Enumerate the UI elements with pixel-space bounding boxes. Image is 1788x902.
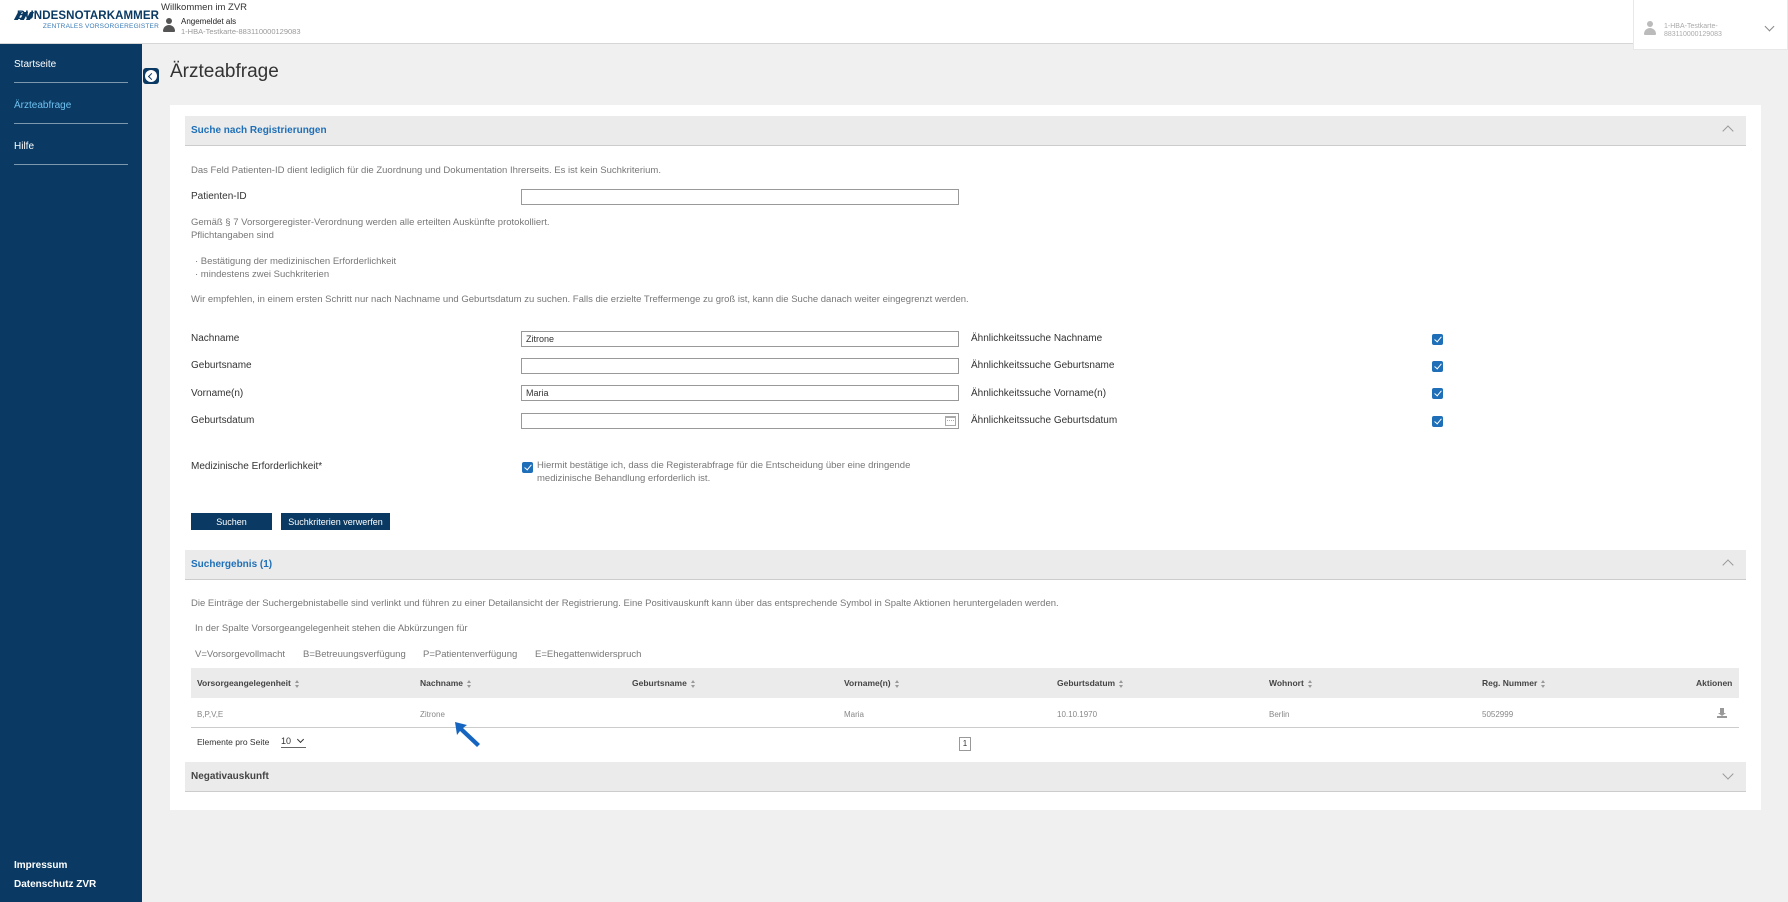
logo[interactable]: BUNDESNOTARKAMMER ZENTRALES VORSORGEREGI… <box>13 10 160 30</box>
user-menu-text: 1-HBA-Testkarte-883110000129083 <box>1664 23 1722 38</box>
results-section-header[interactable]: Suchergebnis (1) <box>185 550 1746 580</box>
nachname-label: Nachname <box>191 333 240 344</box>
chevron-up-icon[interactable] <box>1722 125 1734 137</box>
welcome-text: Willkommen im ZVR <box>161 2 248 13</box>
sort-icon[interactable] <box>1119 679 1124 688</box>
search-intro-text: Das Feld Patienten-ID dient lediglich fü… <box>191 165 661 176</box>
similar-nachname-label: Ähnlichkeitssuche Nachname <box>971 333 1103 344</box>
sidebar-item-startseite[interactable]: Startseite <box>14 59 128 83</box>
similar-geburtsname-label: Ähnlichkeitssuche Geburtsname <box>971 360 1115 371</box>
search-section-header[interactable]: Suche nach Registrierungen <box>185 116 1746 146</box>
similar-vorname-label: Ähnlichkeitssuche Vorname(n) <box>971 388 1107 399</box>
geburtsname-label: Geburtsname <box>191 360 252 371</box>
sidebar-item-aerzteabfrage[interactable]: Ärzteabfrage <box>14 100 128 124</box>
chevron-up-icon[interactable] <box>1722 559 1734 571</box>
chevron-down-icon[interactable] <box>1722 768 1734 780</box>
sidebar-collapse-button[interactable] <box>143 68 159 84</box>
abbrev-b: B=Betreuungsverfügung <box>303 649 406 660</box>
sidebar: Startseite Ärzteabfrage Hilfe Impressum … <box>0 44 142 902</box>
mandatory-item-1: · Bestätigung der medizinischen Erforder… <box>195 256 397 267</box>
similar-vorname-checkbox[interactable] <box>1432 388 1443 399</box>
top-header: BUNDESNOTARKAMMER ZENTRALES VORSORGEREGI… <box>0 0 1788 50</box>
abbrev-e: E=Ehegattenwiderspruch <box>535 649 642 660</box>
results-info-text: Die Einträge der Suchergebnistabelle sin… <box>191 598 1059 609</box>
user-menu-icon <box>1644 20 1656 36</box>
abbrev-intro-text: In der Spalte Vorsorgeangelegenheit steh… <box>195 623 468 634</box>
sort-icon[interactable] <box>894 679 900 688</box>
col-aktionen: Aktionen <box>1696 678 1733 688</box>
chevron-left-icon <box>145 70 157 82</box>
results-section-title: Suchergebnis (1) <box>191 559 273 570</box>
user-menu[interactable]: 1-HBA-Testkarte-883110000129083 <box>1633 0 1788 50</box>
medical-necessity-label: Medizinische Erforderlichkeit* <box>191 461 323 472</box>
logged-in-info: Angemeldet als 1-HBA-Testkarte-883110000… <box>163 17 301 36</box>
similar-nachname-checkbox[interactable] <box>1432 334 1443 345</box>
calendar-icon[interactable] <box>945 416 956 426</box>
cell-wohnort[interactable]: Berlin <box>1269 710 1289 719</box>
negative-section-header[interactable]: Negativauskunft <box>185 762 1746 792</box>
mandatory-item-2: · mindestens zwei Suchkriterien <box>195 269 330 280</box>
logo-main-text: BUNDESNOTARKAMMER <box>17 10 160 22</box>
sort-icon[interactable] <box>1307 679 1313 688</box>
similar-geburtsname-checkbox[interactable] <box>1432 361 1443 372</box>
abbrev-p: P=Patientenverfügung <box>423 649 518 660</box>
main-card: Suche nach Registrierungen Das Feld Pati… <box>170 105 1761 810</box>
search-section-title: Suche nach Registrierungen <box>191 125 327 136</box>
protocol-note: Gemäß § 7 Vorsorgeregister-Verordnung we… <box>191 217 550 228</box>
search-button[interactable]: Suchen <box>191 513 272 530</box>
sidebar-item-hilfe[interactable]: Hilfe <box>14 141 128 165</box>
geburtsdatum-input[interactable] <box>521 413 959 429</box>
footer-link-datenschutz[interactable]: Datenschutz ZVR <box>14 879 96 890</box>
similar-geburtsdatum-label: Ähnlichkeitssuche Geburtsdatum <box>971 415 1118 426</box>
cell-geburtsdatum[interactable]: 10.10.1970 <box>1057 710 1097 719</box>
mandatory-intro: Pflichtangaben sind <box>191 230 274 241</box>
abbrev-v: V=Vorsorgevollmacht <box>195 649 286 660</box>
sort-icon[interactable] <box>294 679 300 688</box>
medical-necessity-checkbox[interactable] <box>522 462 533 473</box>
results-table-header: Vorsorgeangelegenheit Nachname Geburtsna… <box>191 668 1739 698</box>
patient-id-label: Patienten-ID <box>191 191 247 202</box>
col-vorname[interactable]: Vorname(n) <box>844 678 900 688</box>
sort-icon[interactable] <box>467 679 472 688</box>
cell-nachname[interactable]: Zitrone <box>420 710 445 719</box>
patient-id-input[interactable] <box>521 189 959 205</box>
per-page-value: 10 <box>281 736 292 746</box>
cell-reg-nummer[interactable]: 5052999 <box>1482 710 1513 719</box>
similar-geburtsdatum-checkbox[interactable] <box>1432 416 1443 427</box>
col-nachname[interactable]: Nachname <box>420 678 472 688</box>
medical-necessity-text-2: medizinische Behandlung erforderlich ist… <box>537 473 711 484</box>
geburtsdatum-label: Geburtsdatum <box>191 415 255 426</box>
col-wohnort[interactable]: Wohnort <box>1269 678 1313 688</box>
table-row[interactable]: B,P,V,E Zitrone Maria 10.10.1970 Berlin … <box>191 698 1739 728</box>
pointer-arrow-icon <box>455 722 480 747</box>
sort-icon[interactable] <box>690 679 696 688</box>
pagination-page[interactable]: 1 <box>959 737 971 751</box>
col-reg-nummer[interactable]: Reg. Nummer <box>1482 678 1546 688</box>
vorname-label: Vorname(n) <box>191 388 244 399</box>
reset-criteria-button[interactable]: Suchkriterien verwerfen <box>281 513 390 530</box>
logged-in-id: 1-HBA-Testkarte-883110000129083 <box>181 27 301 36</box>
col-vorsorgeangelegenheit[interactable]: Vorsorgeangelegenheit <box>197 678 300 688</box>
chevron-down-icon[interactable] <box>1764 21 1775 32</box>
per-page-select[interactable]: 10 <box>281 735 306 748</box>
download-icon[interactable] <box>1717 708 1727 718</box>
negative-section-title: Negativauskunft <box>191 771 269 782</box>
sort-icon[interactable] <box>1541 679 1546 688</box>
logged-in-label: Angemeldet als <box>181 17 237 26</box>
recommendation-text: Wir empfehlen, in einem ersten Schritt n… <box>191 294 969 305</box>
chevron-down-icon <box>296 735 305 744</box>
nachname-input[interactable]: Zitrone <box>521 331 959 347</box>
logo-sub-text: ZENTRALES VORSORGEREGISTER <box>42 23 159 30</box>
col-geburtsdatum[interactable]: Geburtsdatum <box>1057 678 1124 688</box>
page-title: Ärzteabfrage <box>170 61 279 82</box>
cell-vorsorgeangelegenheit[interactable]: B,P,V,E <box>197 710 223 719</box>
cell-vorname[interactable]: Maria <box>844 710 864 719</box>
footer-link-impressum[interactable]: Impressum <box>14 860 67 871</box>
user-icon <box>163 17 175 33</box>
col-geburtsname[interactable]: Geburtsname <box>632 678 696 688</box>
medical-necessity-text-1: Hiermit bestätige ich, dass die Register… <box>537 460 911 471</box>
geburtsname-input[interactable] <box>521 358 959 374</box>
per-page-label: Elemente pro Seite <box>197 737 270 747</box>
vorname-input[interactable]: Maria <box>521 385 959 401</box>
